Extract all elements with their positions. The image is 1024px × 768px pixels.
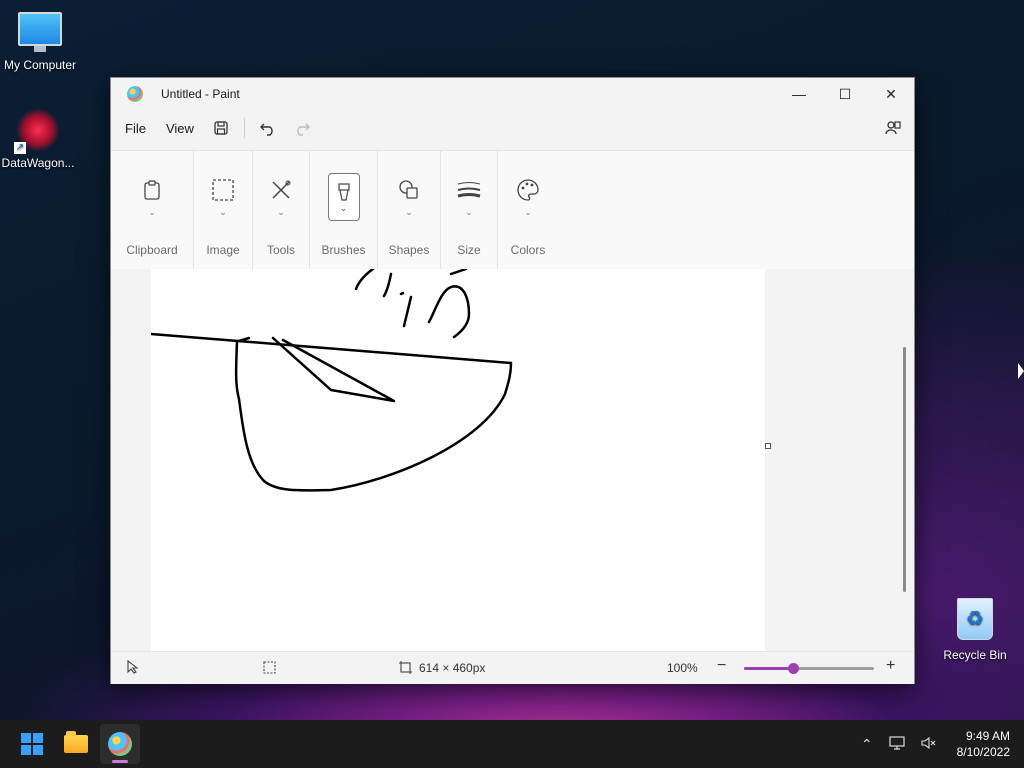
paint-taskbar-button[interactable] — [100, 724, 140, 764]
zoom-out-button[interactable]: − — [717, 657, 726, 675]
clipboard-icon — [137, 175, 167, 205]
brush-icon — [337, 183, 350, 201]
zoom-in-button[interactable]: + — [886, 657, 895, 675]
shapes-icon — [394, 175, 424, 205]
menu-divider — [243, 118, 245, 138]
clock-time: 9:49 AM — [965, 729, 1010, 743]
brush-selected[interactable]: ⌄ — [327, 173, 360, 221]
ribbon-group-label: Size — [457, 243, 481, 257]
desktop-icon-my-computer[interactable]: My Computer — [0, 12, 80, 72]
ribbon-group-label: Clipboard — [126, 243, 178, 257]
desktop-icon-label: DataWagon... — [1, 156, 75, 170]
ribbon: ⌄ Clipboard ⌄ Image ⌄ Tools ⌄ Brushes ⌄ … — [111, 150, 914, 270]
desktop-icon-label: Recycle Bin — [943, 648, 1007, 662]
zoom-slider-fill — [744, 667, 793, 670]
ribbon-group-tools[interactable]: ⌄ Tools — [253, 151, 310, 269]
chevron-down-icon: ⌄ — [465, 207, 473, 217]
canvas-size-icon — [399, 661, 412, 677]
canvas-area — [111, 269, 914, 651]
maximize-button[interactable]: ☐ — [822, 78, 868, 110]
chevron-down-icon: ⌄ — [524, 207, 532, 217]
tools-icon — [266, 175, 296, 205]
ribbon-group-brushes[interactable]: ⌄ Brushes — [310, 151, 378, 269]
ribbon-group-shapes[interactable]: ⌄ Shapes — [378, 151, 441, 269]
chevron-down-icon: ⌄ — [148, 207, 156, 217]
desktop-icon-recycle-bin[interactable]: ♻ Recycle Bin — [935, 598, 1015, 662]
chevron-up-icon[interactable]: ⌃ — [861, 736, 873, 753]
menu-bar: File View — [111, 110, 914, 146]
window-title: Untitled - Paint — [161, 87, 240, 101]
save-icon[interactable] — [208, 115, 234, 141]
chevron-down-icon: ⌄ — [219, 207, 227, 217]
chevron-down-icon: ⌄ — [405, 207, 413, 217]
start-icon — [21, 733, 43, 755]
system-tray: ⌃ 9:49 AM 8/10/2022 — [853, 720, 1010, 768]
chevron-down-icon: ⌄ — [277, 207, 285, 217]
file-menu[interactable]: File — [115, 115, 156, 142]
ribbon-group-label: Colors — [510, 243, 546, 257]
taskbar: ⌃ 9:49 AM 8/10/2022 — [0, 720, 1024, 768]
monitor-icon — [18, 12, 62, 52]
file-explorer-button[interactable] — [56, 724, 96, 764]
paint-window: Untitled - Paint — ☐ ✕ File View ⌄ Clipb… — [110, 77, 915, 684]
ribbon-group-colors[interactable]: ⌄ Colors — [498, 151, 558, 269]
network-icon[interactable] — [889, 735, 905, 753]
ribbon-group-size[interactable]: ⌄ Size — [441, 151, 498, 269]
palette-icon — [513, 175, 543, 205]
account-icon[interactable] — [880, 115, 906, 141]
canvas-drawing — [149, 269, 513, 492]
vertical-scrollbar[interactable] — [903, 347, 906, 592]
close-button[interactable]: ✕ — [868, 78, 914, 110]
minimize-button[interactable]: — — [776, 78, 822, 110]
status-bar: 614 × 460px 100% − + — [111, 651, 914, 684]
active-indicator — [112, 760, 128, 763]
ribbon-group-label: Tools — [266, 243, 295, 257]
ribbon-group-label: Brushes — [321, 243, 366, 257]
ribbon-group-clipboard[interactable]: ⌄ Clipboard — [111, 151, 194, 269]
clock[interactable]: 9:49 AM 8/10/2022 — [957, 728, 1010, 760]
paint-app-icon — [127, 86, 143, 102]
shortcut-arrow-icon: ↗ — [14, 142, 26, 154]
title-bar[interactable]: Untitled - Paint — ☐ ✕ — [111, 78, 914, 110]
redo-icon[interactable] — [289, 115, 315, 141]
canvas-resize-handle[interactable] — [765, 443, 771, 449]
chevron-down-icon: ⌄ — [339, 203, 348, 213]
start-button[interactable] — [12, 724, 52, 764]
datawagon-icon: ↗ — [14, 108, 60, 154]
recycle-bin-icon: ♻ — [957, 598, 993, 640]
ribbon-group-image[interactable]: ⌄ Image — [194, 151, 253, 269]
size-icon — [454, 175, 484, 205]
selection-icon — [208, 175, 238, 205]
ribbon-group-label: Shapes — [388, 243, 430, 257]
paint-icon — [108, 732, 132, 756]
file-explorer-icon — [64, 731, 88, 753]
selection-size-icon — [263, 661, 276, 677]
undo-icon[interactable] — [255, 115, 281, 141]
pointer-icon — [127, 659, 139, 677]
ribbon-group-label: Image — [206, 243, 240, 257]
zoom-percent[interactable]: 100% — [667, 661, 698, 675]
drawing-canvas[interactable] — [149, 269, 765, 651]
desktop-icon-label: My Computer — [3, 58, 77, 72]
zoom-slider[interactable] — [744, 663, 874, 674]
desktop-icon-datawagon[interactable]: ↗ DataWagon... — [0, 108, 78, 170]
view-menu[interactable]: View — [156, 115, 204, 142]
clock-date: 8/10/2022 — [956, 745, 1010, 759]
mouse-cursor — [1018, 363, 1024, 379]
zoom-slider-thumb[interactable] — [788, 663, 799, 674]
volume-muted-icon[interactable] — [921, 736, 937, 753]
canvas-size-label: 614 × 460px — [419, 661, 486, 675]
